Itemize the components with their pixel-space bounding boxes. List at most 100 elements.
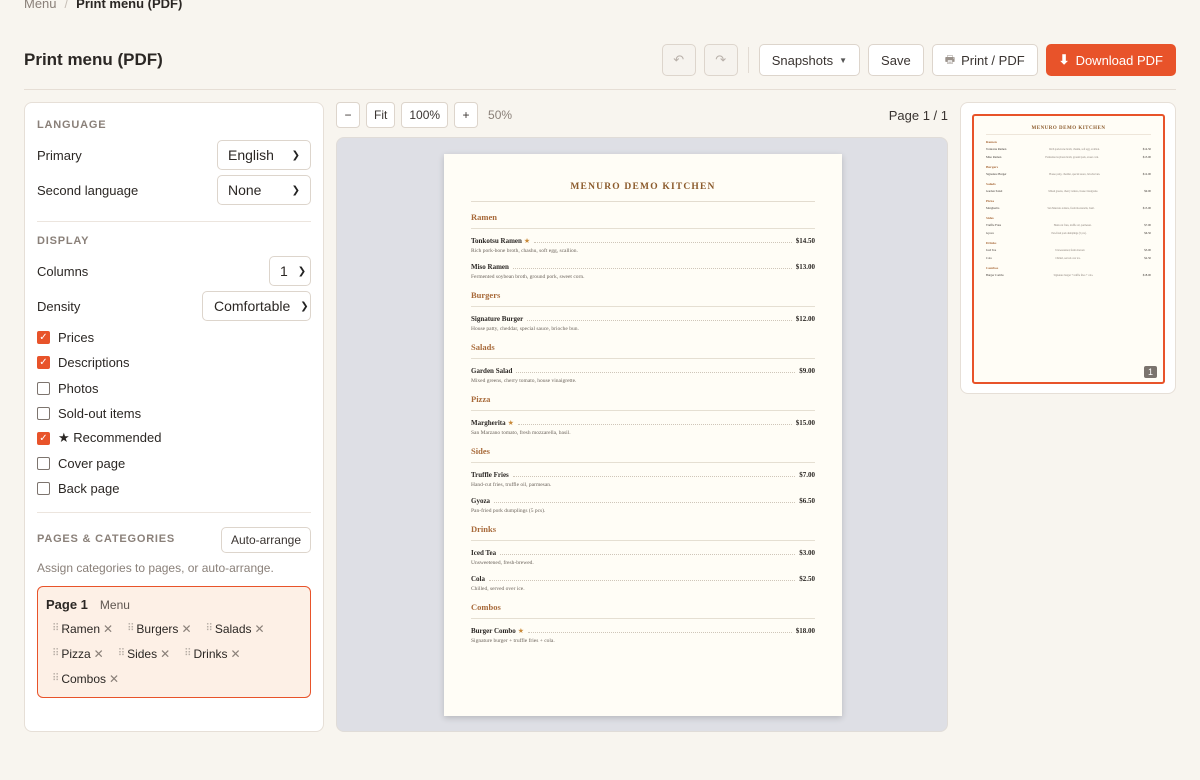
zoom-out-button[interactable]: − bbox=[336, 102, 360, 128]
remove-icon[interactable]: ✕ bbox=[103, 622, 113, 636]
drag-handle-icon[interactable]: ⠿ bbox=[118, 648, 125, 659]
thumbnail-item: Signature Burger House patty, cheddar, sp… bbox=[986, 171, 1151, 177]
checkbox[interactable] bbox=[37, 406, 50, 420]
option-row[interactable]: Back page bbox=[37, 478, 119, 498]
category-rule bbox=[471, 228, 815, 229]
download-pdf-button[interactable]: ⬇ Download PDF bbox=[1045, 44, 1176, 76]
drag-handle-icon[interactable]: ⠿ bbox=[206, 623, 213, 634]
zoom-fit-button[interactable]: Fit bbox=[366, 102, 396, 128]
drag-handle-icon[interactable]: ⠿ bbox=[184, 648, 191, 659]
checkbox[interactable]: ✓ bbox=[37, 355, 50, 369]
menu-item-price: $14.50 bbox=[795, 237, 815, 245]
drag-handle-icon[interactable]: ⠿ bbox=[52, 623, 59, 634]
menu-item-description: San Marzano tomato, fresh mozzarella, ba… bbox=[471, 430, 571, 436]
option-row[interactable]: ✓ Descriptions bbox=[37, 352, 130, 372]
leader-dots bbox=[517, 421, 792, 425]
category-chip[interactable]: ⠿ Sides ✕ bbox=[118, 645, 170, 662]
drag-handle-icon[interactable]: ⠿ bbox=[127, 623, 134, 634]
breadcrumb-separator: / bbox=[64, 0, 69, 11]
remove-icon[interactable]: ✕ bbox=[160, 647, 170, 661]
option-row[interactable]: Cover page bbox=[37, 453, 125, 473]
category-chip[interactable]: ⠿ Burgers ✕ bbox=[127, 620, 191, 637]
option-label: Sold-out items bbox=[58, 405, 142, 421]
menu-item-description: Pan-fried pork dumplings (5 pcs). bbox=[471, 508, 546, 514]
second-language-select[interactable]: None ❯ bbox=[217, 175, 311, 205]
columns-row: Columns 1 ❯ bbox=[37, 256, 311, 286]
menu-item-description: Rich pork-bone broth, chashu, soft egg, … bbox=[471, 248, 578, 254]
undo-button[interactable]: ↶ bbox=[661, 44, 696, 76]
menu-item-name: Burger Combo bbox=[471, 627, 516, 635]
thumbnail-rule bbox=[986, 134, 1151, 135]
category-chip[interactable]: ⠿ Drinks ✕ bbox=[184, 645, 240, 662]
star-icon: ★ bbox=[517, 627, 525, 635]
option-label: Back page bbox=[58, 480, 120, 496]
thumbnail-item-description: Fermented soybean broth, ground pork, sw… bbox=[1045, 155, 1099, 159]
category-chip[interactable]: ⠿ Combos ✕ bbox=[52, 670, 119, 687]
option-row[interactable]: ✓ ★ Recommended bbox=[37, 428, 161, 448]
leader-dots bbox=[516, 369, 796, 373]
thumbnail-item-name: Signature Burger bbox=[986, 172, 1007, 176]
drag-handle-icon[interactable]: ⠿ bbox=[52, 648, 59, 659]
primary-language-select[interactable]: English ❯ bbox=[217, 140, 311, 170]
remove-icon[interactable]: ✕ bbox=[255, 622, 265, 636]
remove-icon[interactable]: ✕ bbox=[181, 622, 191, 636]
remove-icon[interactable]: ✕ bbox=[109, 672, 119, 686]
snapshots-button[interactable]: Snapshots ▼ bbox=[758, 44, 861, 76]
primary-language-label: Primary bbox=[37, 147, 82, 163]
thumbnail-item-price: $2.50 bbox=[1144, 256, 1151, 260]
density-label: Density bbox=[37, 298, 81, 314]
zoom-in-button[interactable]: + bbox=[454, 102, 479, 128]
columns-value: 1 bbox=[280, 263, 288, 279]
drag-handle-icon[interactable]: ⠿ bbox=[52, 673, 59, 684]
checkbox[interactable] bbox=[37, 481, 50, 495]
thumbnail-item-name: Iced Tea bbox=[986, 248, 997, 252]
remove-icon[interactable]: ✕ bbox=[94, 647, 104, 661]
thumbnail-item-price: $9.00 bbox=[1144, 189, 1151, 193]
menu-item-line: Miso Ramen $13.00 bbox=[471, 263, 815, 271]
option-label: Descriptions bbox=[58, 354, 130, 370]
redo-button[interactable]: ↷ bbox=[703, 44, 738, 76]
thumbnail-item-price: $7.00 bbox=[1144, 223, 1151, 227]
remove-icon[interactable]: ✕ bbox=[231, 647, 241, 661]
print-button[interactable]: 🖶 Print / PDF bbox=[931, 44, 1038, 76]
checkbox[interactable] bbox=[37, 456, 50, 470]
thumbnail-item-price: $18.00 bbox=[1142, 273, 1151, 277]
option-row[interactable]: Photos bbox=[37, 378, 98, 398]
menu-item-name: Cola bbox=[471, 575, 485, 583]
auto-arrange-button[interactable]: Auto-arrange bbox=[220, 527, 311, 553]
menu-category: Salads Garden Salad $9.00 Mixed greens, che… bbox=[471, 342, 815, 384]
columns-select[interactable]: 1 ❯ bbox=[269, 256, 311, 286]
option-row[interactable]: ✓ Prices bbox=[37, 327, 94, 347]
category-chip[interactable]: ⠿ Salads ✕ bbox=[206, 620, 265, 637]
menu-category: Burgers Signature Burger $12.00 House patty… bbox=[471, 290, 815, 332]
thumbnail-item-description: Rich pork-bone broth, chashu, soft egg, … bbox=[1049, 147, 1100, 151]
category-chip[interactable]: ⠿ Ramen ✕ bbox=[52, 620, 113, 637]
menu-item-line: Iced Tea $3.00 bbox=[471, 549, 815, 557]
category-name: Sides bbox=[471, 446, 490, 456]
menu-item-name: Miso Ramen bbox=[471, 263, 509, 271]
chevron-down-icon: ❯ bbox=[297, 265, 307, 277]
preview-canvas[interactable]: MENURO DEMO KITCHEN Ramen Tonkotsu Ramen ★… bbox=[336, 137, 948, 732]
zoom-100-button[interactable]: 100% bbox=[401, 102, 449, 128]
checkbox[interactable] bbox=[37, 381, 50, 395]
density-select[interactable]: Comfortable ❯ bbox=[202, 291, 311, 321]
menu-category: Pizza Margherita ★ $15.00 San Marzano tomato… bbox=[471, 394, 815, 436]
caret-down-icon: ▼ bbox=[839, 55, 848, 65]
category-name: Ramen bbox=[471, 212, 497, 222]
menu-item-line: Truffle Fries $7.00 bbox=[471, 471, 815, 479]
breadcrumb-menu-link[interactable]: Menu bbox=[24, 0, 57, 11]
menu-item-price: $6.50 bbox=[799, 497, 815, 505]
menu-item-line: Gyoza $6.50 bbox=[471, 497, 815, 505]
checkbox[interactable]: ✓ bbox=[37, 431, 50, 445]
language-section-title: LANGUAGE bbox=[37, 119, 107, 131]
menu-category: Drinks Iced Tea $3.00 Unsweetened, fresh-br… bbox=[471, 524, 815, 592]
menu-item: Signature Burger $12.00 House patty, chedd… bbox=[471, 315, 815, 332]
option-row[interactable]: Sold-out items bbox=[37, 403, 141, 423]
save-button[interactable]: Save bbox=[868, 44, 924, 76]
page-thumbnail[interactable]: MENURO DEMO KITCHEN Ramen Tonkotsu Ramen R… bbox=[972, 114, 1165, 384]
page-card[interactable]: Page 1 Menu ⠿ Ramen ✕ ⠿ Burgers ✕ ⠿ Salads ✕ ⠿ Piz… bbox=[37, 586, 311, 698]
checkbox[interactable]: ✓ bbox=[37, 330, 50, 344]
leader-dots bbox=[500, 551, 796, 555]
category-chip[interactable]: ⠿ Pizza ✕ bbox=[52, 645, 104, 662]
thumbnail-title: MENURO DEMO KITCHEN bbox=[1031, 126, 1106, 131]
